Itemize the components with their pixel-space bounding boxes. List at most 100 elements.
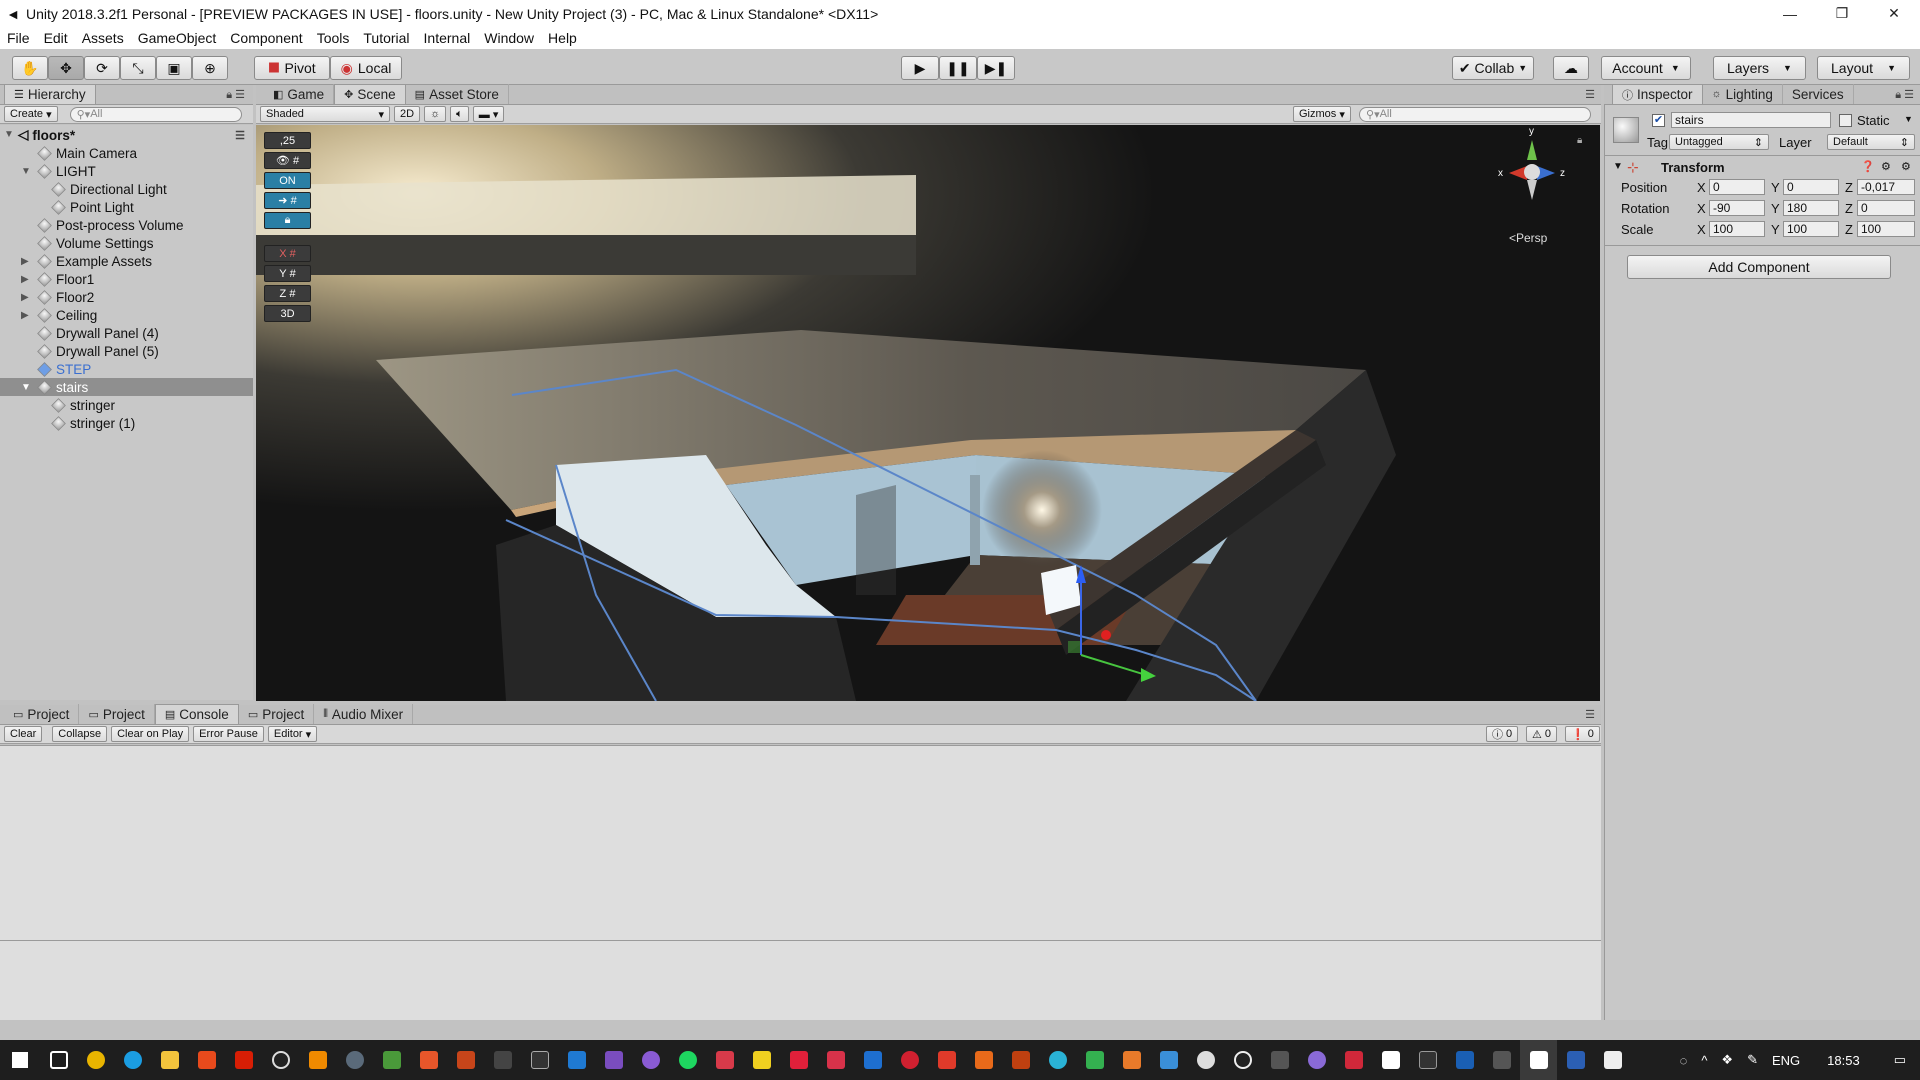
2d-toggle[interactable]: 2D [394,106,421,122]
rect-tool-icon[interactable]: ▣ [156,56,192,80]
list-item[interactable]: ▶ Example Assets [0,252,253,270]
app-icon[interactable] [1372,1040,1409,1080]
step-button[interactable]: ▶❚ [977,56,1015,80]
list-item[interactable]: ▶ Ceiling [0,306,253,324]
shading-dropdown[interactable]: Shaded ▾ [260,106,390,122]
pen-icon[interactable]: ✎ [1740,1052,1765,1068]
clock[interactable]: 18:53 [1807,1053,1880,1068]
scale-z-field[interactable]: 100 [1857,221,1915,237]
unity-icon[interactable] [1520,1040,1557,1080]
app-icon[interactable] [1150,1040,1187,1080]
rotation-y-field[interactable]: 180 [1783,200,1839,216]
vscode-icon[interactable] [558,1040,595,1080]
app-icon[interactable] [965,1040,1002,1080]
app-icon[interactable] [706,1040,743,1080]
tab-lighting[interactable]: ☼ Lighting [1703,84,1783,104]
scene-search-input[interactable]: ⚲ ▾ All [1359,106,1591,122]
rotate-tool-icon[interactable]: ⟳ [84,56,120,80]
app-icon[interactable] [743,1040,780,1080]
expand-arrow-icon[interactable]: ▶ [21,274,29,285]
orientation-gizmo[interactable]: y x z [1497,126,1567,210]
windows-start-icon[interactable] [0,1040,40,1080]
expand-arrow-icon[interactable]: ▶ [21,292,29,303]
tab-inspector[interactable]: ⓘ Inspector [1612,84,1703,104]
app-icon[interactable] [854,1040,891,1080]
layers-dropdown[interactable]: Layers ▼ [1713,56,1806,80]
menu-tutorial[interactable]: Tutorial [356,30,416,46]
tab-asset-store[interactable]: ▤ Asset Store [406,84,509,104]
tab-hierarchy[interactable]: ☰ Hierarchy [4,84,96,104]
audio-toggle-icon[interactable]: 🔈︎ [450,106,469,122]
position-x-field[interactable]: 0 [1709,179,1765,195]
list-item[interactable]: Volume Settings [0,234,253,252]
create-dropdown[interactable]: Create ▾ [4,106,58,122]
vlc-icon[interactable] [299,1040,336,1080]
tab-project-2[interactable]: ▭ Project [79,704,155,724]
tab-scene[interactable]: ✥ Scene [334,84,406,104]
app-icon[interactable] [373,1040,410,1080]
layer-dropdown[interactable]: Default ⇕ [1827,134,1915,150]
language-indicator[interactable]: ENG [1765,1053,1807,1068]
error-pause-button[interactable]: Error Pause [193,726,264,742]
list-item[interactable]: Drywall Panel (4) [0,324,253,342]
unity-icon[interactable] [521,1040,558,1080]
notifications-icon[interactable]: ▭ [1880,1052,1920,1068]
error-count-toggle[interactable]: ❗ 0 [1565,726,1600,742]
expand-arrow-icon[interactable]: ▶ [21,310,29,321]
account-dropdown[interactable]: Account ▼ [1601,56,1691,80]
local-button[interactable]: ◉ Local [330,56,402,80]
list-item[interactable]: ▶ Floor1 [0,270,253,288]
list-item[interactable]: stringer (1) [0,414,253,432]
list-item[interactable]: Post-process Volume [0,216,253,234]
menu-tools[interactable]: Tools [310,30,357,46]
foldout-arrow-icon[interactable]: ▼ [1613,161,1623,172]
app-icon[interactable] [1298,1040,1335,1080]
preset-icon[interactable]: ⚙ [1881,160,1891,173]
rotation-z-field[interactable]: 0 [1857,200,1915,216]
app-icon[interactable] [336,1040,373,1080]
app-icon[interactable] [410,1040,447,1080]
office-icon[interactable] [188,1040,225,1080]
info-count-toggle[interactable]: ⓘ 0 [1486,726,1519,742]
spotify-icon[interactable] [669,1040,706,1080]
app-icon[interactable] [632,1040,669,1080]
file-explorer-icon[interactable] [151,1040,188,1080]
list-item-selected[interactable]: ▼ stairs [0,378,253,396]
arrow-grid-icon[interactable]: ➜ # [264,192,311,209]
menu-internal[interactable]: Internal [417,30,478,46]
position-z-field[interactable]: -0,017 [1857,179,1915,195]
lighting-toggle-icon[interactable]: ☼ [424,106,447,122]
expand-arrow-icon[interactable]: ▼ [4,129,14,140]
panel-menu-icon[interactable]: ☰ [1585,708,1595,721]
app-icon[interactable] [1224,1040,1261,1080]
app-icon[interactable] [447,1040,484,1080]
pivot-button[interactable]: ⯀ Pivot [254,56,330,80]
acrobat-icon[interactable] [225,1040,262,1080]
app-icon[interactable] [928,1040,965,1080]
tag-dropdown[interactable]: Untagged ⇕ [1669,134,1769,150]
menu-edit[interactable]: Edit [37,30,75,46]
word-icon[interactable] [1557,1040,1594,1080]
active-checkbox[interactable]: ✔ [1652,114,1665,127]
cloud-button[interactable]: ☁ [1553,56,1589,80]
app-icon[interactable] [1409,1040,1446,1080]
tab-console[interactable]: ▤ Console [154,704,239,724]
scale-x-field[interactable]: 100 [1709,221,1765,237]
warning-count-toggle[interactable]: ⚠ 0 [1526,726,1557,742]
menu-component[interactable]: Component [223,30,309,46]
unity-icon[interactable] [1483,1040,1520,1080]
app-icon[interactable] [891,1040,928,1080]
hand-tool-icon[interactable]: ✋ [12,56,48,80]
scene-viewport[interactable]: ,25 👁︎ # ON ➜ # 🔒︎ X # Y # Z # 3D y x z … [256,125,1600,701]
unity-icon[interactable] [484,1040,521,1080]
static-checkbox[interactable] [1839,114,1852,127]
play-button[interactable]: ▶ [901,56,939,80]
scale-tool-icon[interactable]: ⤡ [120,56,156,80]
restore-button[interactable]: ❐ [1816,0,1868,27]
gear-icon[interactable]: ⚙ [1901,160,1911,173]
y-grid-toggle[interactable]: Y # [264,265,311,282]
expand-arrow-icon[interactable]: ▶ [21,256,29,267]
scale-y-field[interactable]: 100 [1783,221,1839,237]
scene-menu-icon[interactable]: ☰ [235,129,245,142]
clear-on-play-button[interactable]: Clear on Play [111,726,190,742]
